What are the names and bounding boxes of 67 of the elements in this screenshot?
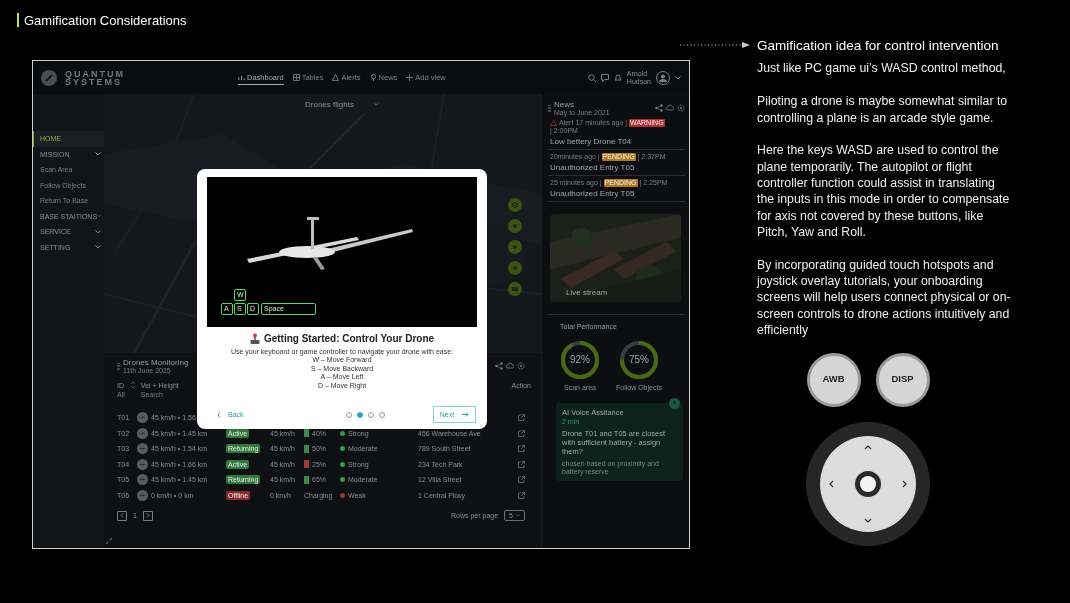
cloud-icon[interactable] — [506, 362, 514, 370]
grid-icon — [292, 74, 300, 81]
drone-avatar-icon — [137, 412, 148, 424]
round-control-button[interactable]: AWB — [806, 352, 861, 407]
drone-avatar-icon — [137, 427, 148, 439]
chart-icon — [238, 73, 245, 81]
warning-icon — [332, 74, 340, 81]
arrow-right-icon — [462, 412, 470, 417]
note-paragraph: By incorporating guided touch hotspots and joystick overlay tutorials, your onboarding screens will help users connect physical or on-screen controls to drone actions intuitively and efficiently — [757, 256, 1012, 339]
drag-handle-icon[interactable] — [548, 104, 551, 112]
chat-icon[interactable] — [600, 73, 609, 82]
cloud-icon[interactable] — [666, 104, 674, 112]
note-paragraph: Here the keys WASD are used to control the plane temporarily. The autopilot or flight controller function could assist in translating the inputs in this mode in order to compensate for axis not covered by these buttons, like Pitch, Yaw and Roll. — [757, 142, 1011, 241]
drone-avatar-icon — [137, 458, 148, 470]
drone-avatar-icon — [137, 489, 148, 501]
caret-icon — [516, 514, 520, 517]
progress-ring — [560, 340, 600, 380]
ring-value: 92% — [569, 354, 591, 365]
drag-handle-icon[interactable] — [117, 362, 120, 370]
note-paragraph: Piloting a drone is maybe somewhat similar to controlling a plane is an arcade style game. — [757, 93, 1009, 127]
avatar-icon[interactable] — [656, 70, 670, 85]
slide-title: Gamification Considerations — [24, 12, 187, 28]
microphone-icon[interactable] — [669, 398, 680, 409]
open-external-icon[interactable] — [518, 491, 525, 499]
note-paragraph: Just like PC game ui’s WASD control method, — [757, 60, 1007, 77]
idea-heading: Gamification idea for control intervention — [757, 37, 999, 53]
panel-title: Drones Monitoring — [123, 358, 189, 367]
ring-value: 75% — [627, 354, 650, 365]
drone-avatar-icon — [137, 474, 148, 486]
previous-page-button[interactable] — [117, 510, 127, 521]
chevron-right-icon — [145, 513, 150, 518]
directional-pad-drawing[interactable] — [805, 420, 931, 547]
brand-text: QUANTUM — [65, 69, 125, 78]
logo-icon — [41, 69, 57, 86]
progress-ring — [618, 340, 659, 380]
search-icon[interactable] — [587, 73, 596, 82]
open-external-icon[interactable] — [518, 445, 525, 453]
settings-icon[interactable] — [677, 104, 685, 112]
dotted-arrow-icon — [680, 42, 750, 48]
chevron-down-icon — [95, 152, 101, 157]
round-control-button[interactable]: DISP — [875, 352, 930, 407]
chevron-left-icon — [217, 411, 221, 418]
settings-icon[interactable] — [517, 362, 525, 370]
sort-icon[interactable] — [130, 382, 135, 388]
chevron-down-icon[interactable] — [675, 75, 681, 80]
open-external-icon[interactable] — [518, 460, 525, 468]
warning-icon — [550, 120, 557, 126]
bulb-icon — [369, 74, 377, 81]
chevron-left-icon — [120, 513, 124, 518]
next-page-button[interactable] — [142, 510, 153, 521]
expand-icon[interactable] — [106, 538, 112, 544]
bell-icon[interactable] — [613, 73, 622, 82]
live-stream-label[interactable]: Live stream — [566, 288, 608, 297]
open-external-icon[interactable] — [518, 429, 525, 437]
plus-icon — [406, 74, 414, 81]
news-title[interactable]: Low bettery Drone T04 — [550, 137, 685, 146]
news-title[interactable]: Unauthorized Entry T05 — [550, 189, 685, 198]
drone-avatar-icon — [137, 443, 148, 455]
panel-title: News — [554, 100, 575, 109]
chevron-down-icon — [95, 245, 101, 250]
open-external-icon[interactable] — [518, 414, 525, 422]
share-icon[interactable] — [655, 104, 663, 112]
open-external-icon[interactable] — [518, 476, 525, 484]
chevron-down-icon — [95, 229, 101, 234]
news-title[interactable]: Unauthorized Entry T05 — [550, 163, 685, 172]
share-icon[interactable] — [495, 362, 503, 370]
step-dot[interactable] — [357, 411, 364, 418]
